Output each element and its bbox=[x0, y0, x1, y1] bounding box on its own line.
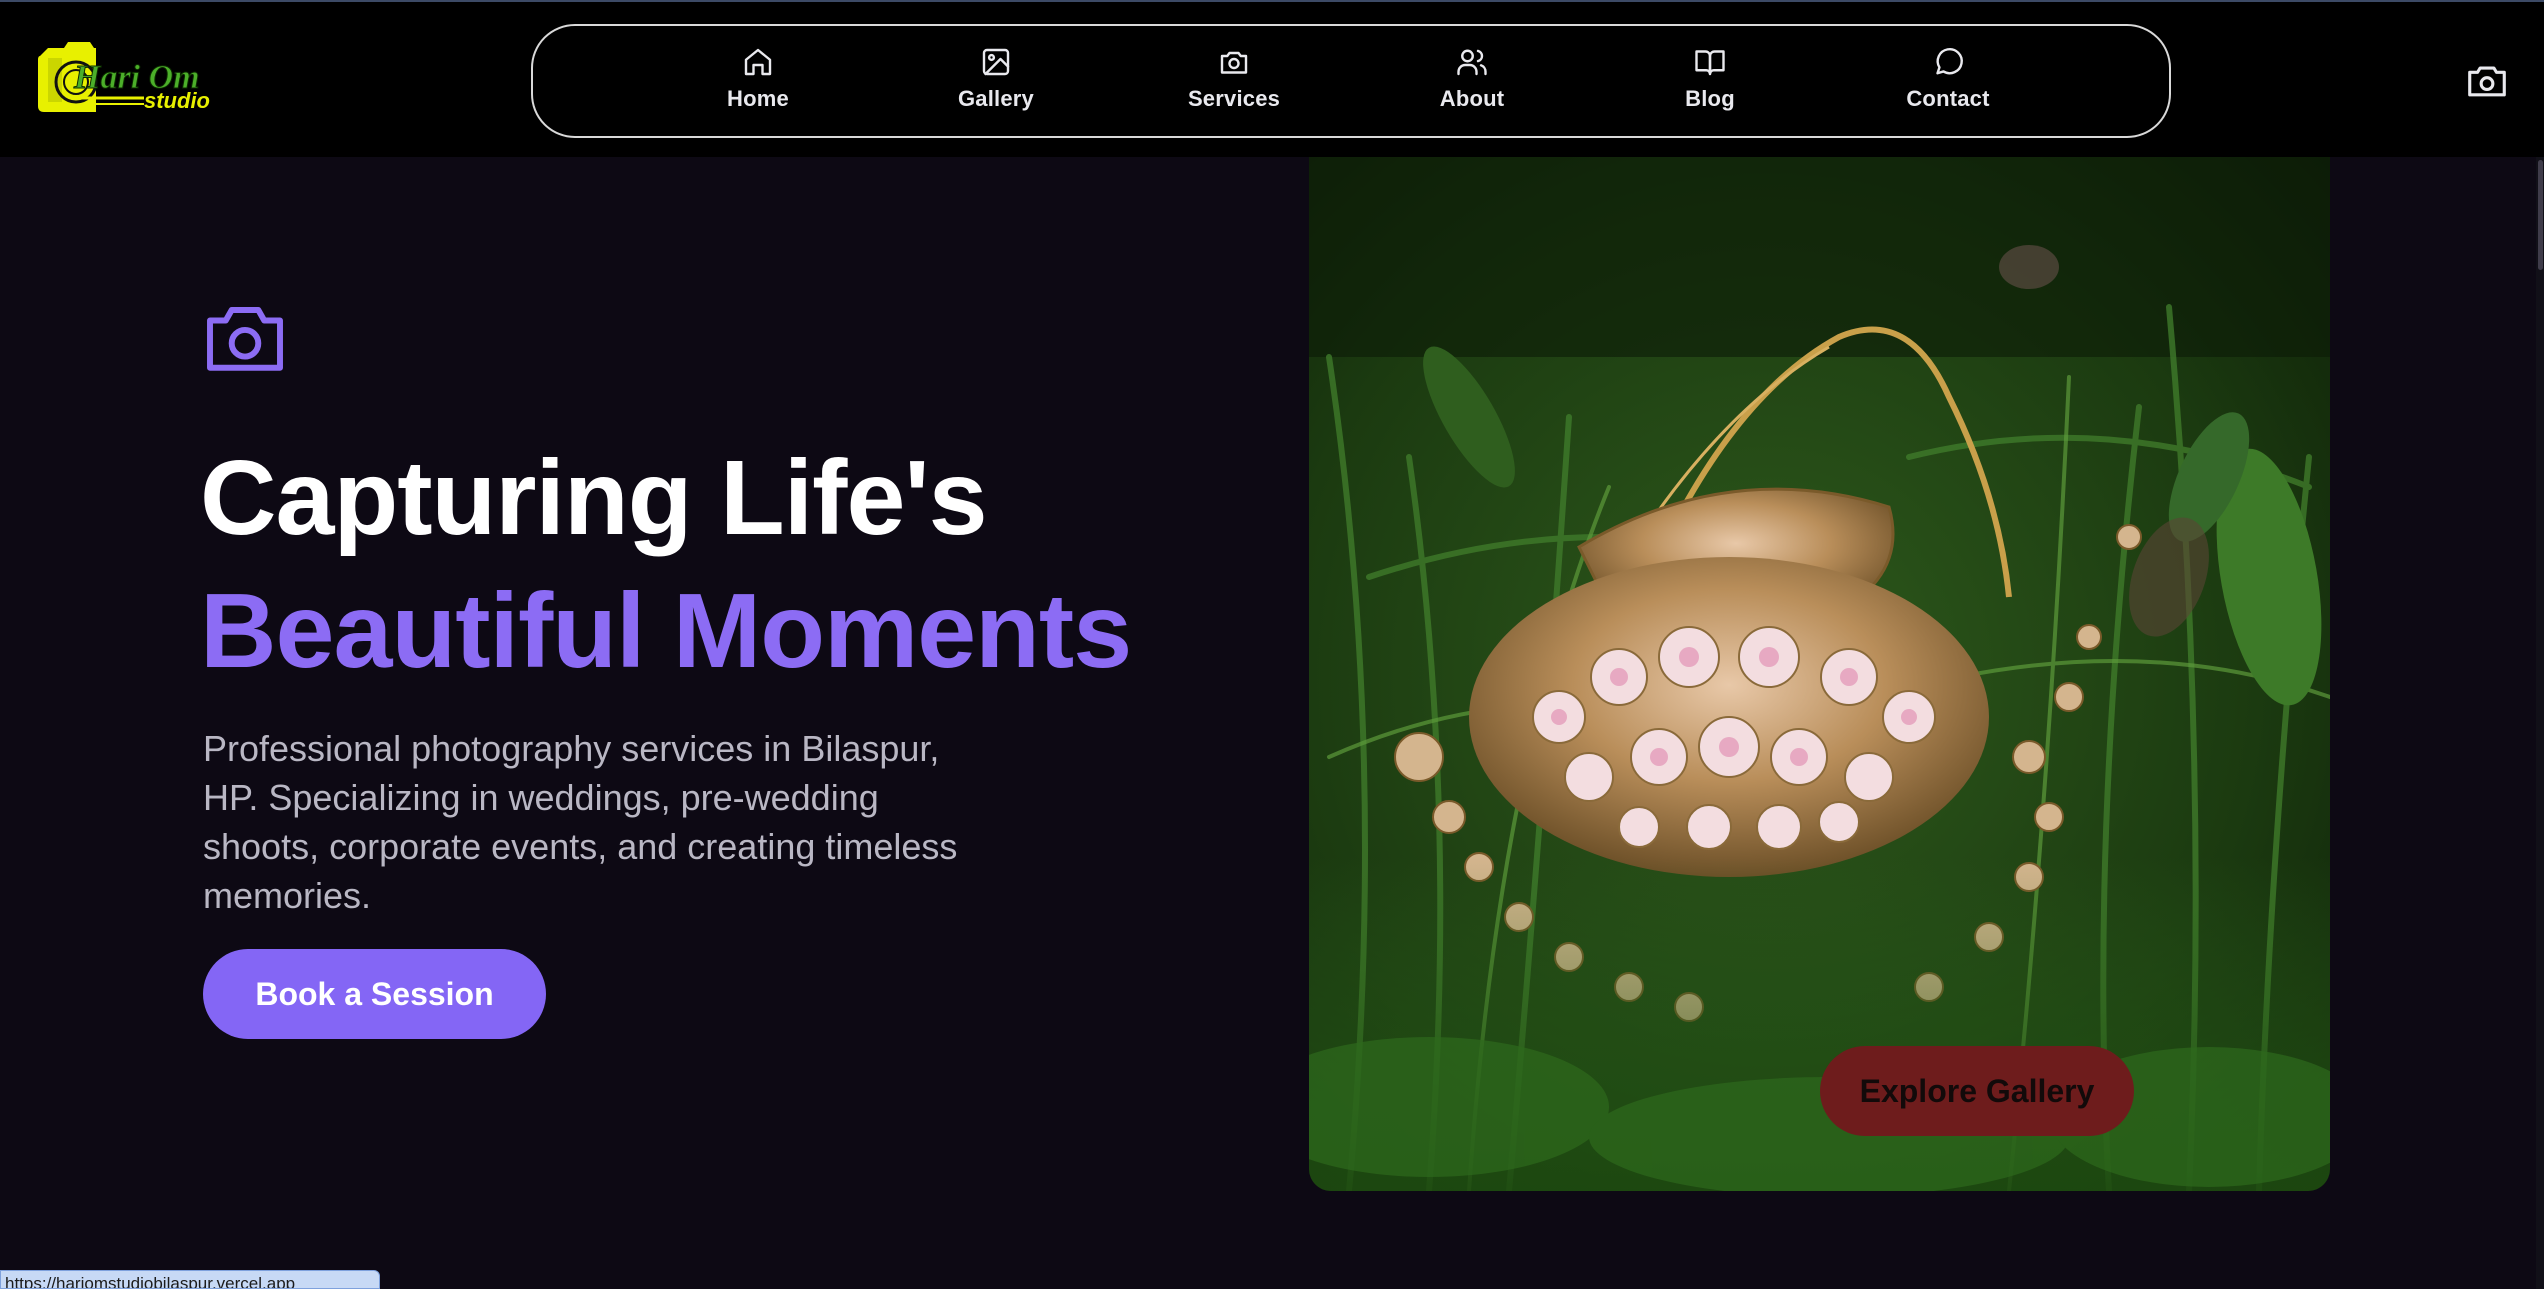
hero-description: Professional photography services in Bil… bbox=[203, 728, 958, 916]
book-open-icon bbox=[1695, 50, 1725, 76]
nav-item-home[interactable]: Home bbox=[678, 44, 838, 124]
nav-label-services: Services bbox=[1187, 86, 1281, 111]
hero-headline-line1: Capturing Life's bbox=[200, 439, 988, 557]
main-nav: Home Gallery Services About Blog Contact bbox=[531, 24, 2171, 138]
nav-label-blog: Blog bbox=[1685, 86, 1735, 111]
scrollbar-thumb[interactable] bbox=[2538, 160, 2543, 270]
hero-headline-line2: Beautiful Moments bbox=[200, 572, 1132, 690]
book-session-button[interactable]: Book a Session bbox=[203, 949, 546, 1039]
svg-text:studio: studio bbox=[144, 88, 210, 113]
nav-label-contact: Contact bbox=[1906, 86, 1990, 111]
hero-camera-icon bbox=[203, 303, 287, 373]
nav-item-blog[interactable]: Blog bbox=[1630, 44, 1790, 124]
nav-item-services[interactable]: Services bbox=[1154, 44, 1314, 124]
nav-item-contact[interactable]: Contact bbox=[1868, 44, 2028, 124]
users-icon bbox=[1457, 49, 1487, 76]
explore-gallery-button[interactable]: Explore Gallery bbox=[1820, 1046, 2134, 1136]
hari-om-studio-logo-icon: Hari Om studio bbox=[38, 42, 210, 113]
camera-icon bbox=[1220, 51, 1248, 74]
nav-item-gallery[interactable]: Gallery bbox=[916, 44, 1076, 124]
link-status-url: https://hariomstudiobilaspur.vercel.app bbox=[0, 1270, 380, 1289]
hero-photo bbox=[1309, 157, 2330, 1191]
camera-icon bbox=[2468, 66, 2506, 97]
jewelry-photo-image bbox=[1309, 157, 2330, 1191]
brand-logo[interactable]: Hari Om studio bbox=[34, 38, 224, 118]
image-icon bbox=[982, 48, 1010, 76]
top-navbar: Hari Om studio Home Gallery Services Abo… bbox=[0, 0, 2544, 157]
page-scrollbar[interactable] bbox=[2536, 157, 2544, 1289]
camera-button[interactable] bbox=[2466, 62, 2508, 100]
home-icon bbox=[744, 48, 772, 76]
nav-label-home: Home bbox=[727, 86, 789, 111]
message-circle-icon bbox=[1936, 47, 1963, 75]
nav-item-about[interactable]: About bbox=[1392, 44, 1552, 124]
nav-label-about: About bbox=[1439, 86, 1505, 111]
hero-headline: Capturing Life's Beautiful Moments bbox=[200, 432, 1132, 698]
nav-label-gallery: Gallery bbox=[957, 86, 1034, 111]
